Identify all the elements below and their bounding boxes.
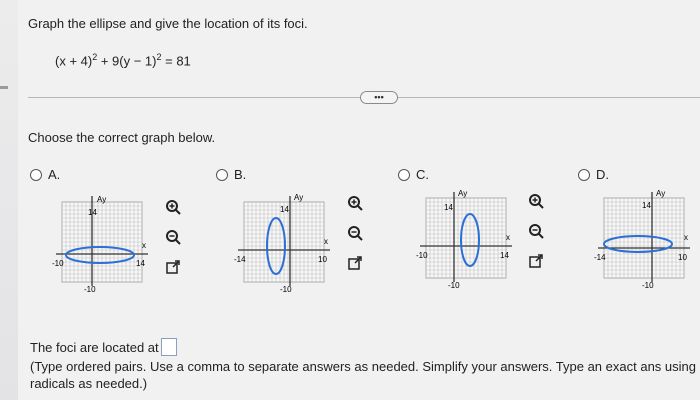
option-a[interactable]: A. [30, 167, 60, 182]
graph-c-tools [526, 191, 546, 271]
option-a-label: A. [48, 167, 61, 182]
graph-d-y-top: 14 [642, 201, 651, 210]
zoom-in-icon[interactable] [526, 191, 546, 211]
graph-a-y-min: -10 [84, 285, 96, 294]
question-prompt: Graph the ellipse and give the location … [28, 16, 308, 31]
graph-b-y-min: -10 [280, 285, 292, 294]
equation-term-a: (x + 4) [55, 53, 93, 69]
graph-a: 14 Ay x -10 14 -10 [52, 195, 148, 294]
graph-b-y-label: Ay [294, 193, 303, 202]
zoom-in-icon[interactable] [345, 193, 365, 213]
expand-icon[interactable] [526, 251, 546, 271]
option-c-radio[interactable] [398, 168, 410, 181]
answer-hint: (Type ordered pairs. Use a comma to sepa… [30, 359, 696, 391]
graph-c-x-max: 14 [500, 251, 509, 260]
option-c[interactable]: C. [398, 167, 429, 182]
graph-d-y-label: Ay [656, 189, 665, 198]
expand-icon[interactable] [163, 257, 183, 277]
graph-a-tools [163, 197, 183, 277]
foci-label: The foci are located at [30, 339, 159, 355]
ellipse-equation: (x + 4)2 + 9(y − 1)2 = 81 [55, 52, 191, 68]
graph-b-tools [345, 193, 365, 273]
graph-a-y-top: 14 [88, 208, 97, 217]
graph-d-x-label: x [684, 233, 688, 242]
option-b-label: B. [234, 167, 247, 182]
graph-c: 14 Ay x -10 14 -10 [416, 189, 512, 290]
graph-c-y-top: 14 [444, 203, 453, 212]
graph-c-y-label: Ay [458, 189, 467, 198]
choose-label: Choose the correct graph below. [28, 130, 216, 145]
foci-answer-row: The foci are located at [30, 338, 177, 356]
graph-b-x-min: -14 [234, 255, 246, 264]
graph-b-x-max: 10 [318, 255, 327, 264]
zoom-out-icon[interactable] [526, 221, 546, 241]
graph-a-grid [61, 201, 143, 283]
more-options-button[interactable]: ••• [360, 91, 398, 104]
zoom-in-icon[interactable] [163, 197, 183, 217]
graph-b-y-top: 14 [280, 205, 289, 214]
graph-a-x-label: x [142, 241, 146, 250]
equation-term-b: + 9(y − 1) [97, 53, 157, 69]
option-d[interactable]: D. [578, 167, 609, 182]
option-b-radio[interactable] [216, 168, 228, 181]
graph-a-x-min: -10 [52, 259, 64, 268]
graph-c-grid [425, 197, 507, 279]
graph-d-x-max: 10 [678, 253, 687, 262]
left-edge-marker [0, 86, 8, 89]
zoom-out-icon[interactable] [345, 223, 365, 243]
question-page: Graph the ellipse and give the location … [18, 0, 700, 400]
option-d-label: D. [596, 167, 609, 182]
graph-d-x-min: -14 [594, 253, 606, 262]
option-a-radio[interactable] [30, 168, 42, 181]
graph-c-x-min: -10 [416, 251, 428, 260]
option-b[interactable]: B. [216, 167, 246, 182]
graph-d: 14 Ay x -14 10 -10 [594, 189, 690, 290]
graph-b-x-label: x [324, 237, 328, 246]
graph-a-x-max: 14 [136, 259, 145, 268]
option-d-radio[interactable] [578, 168, 590, 181]
graph-a-y-label: Ay [97, 195, 106, 204]
graph-b: 14 Ay x -14 10 -10 [234, 193, 330, 294]
option-c-label: C. [416, 167, 429, 182]
graph-d-y-min: -10 [642, 281, 654, 290]
graph-c-x-label: x [506, 233, 510, 242]
expand-icon[interactable] [345, 253, 365, 273]
foci-answer-input[interactable] [160, 338, 177, 356]
equation-rhs: = 81 [161, 53, 191, 69]
zoom-out-icon[interactable] [163, 227, 183, 247]
graph-c-y-min: -10 [448, 281, 460, 290]
